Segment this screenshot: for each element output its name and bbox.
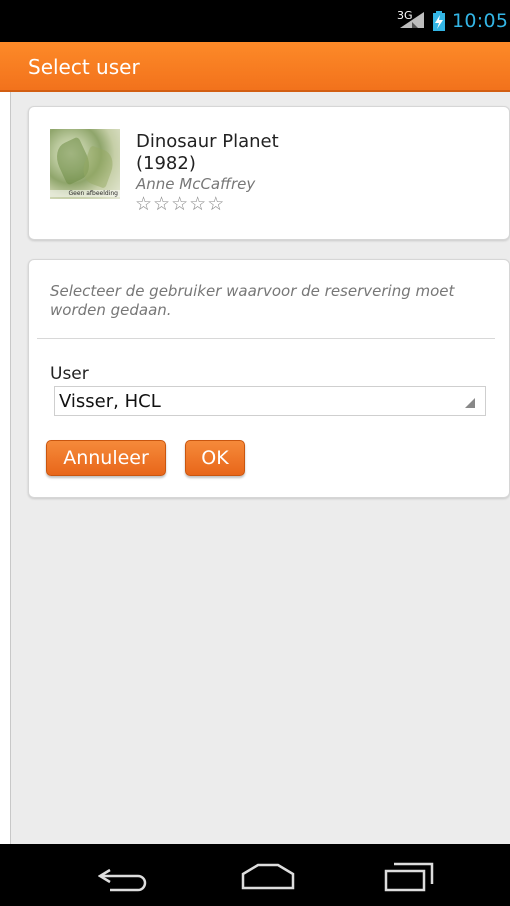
rating-stars: ☆☆☆☆☆	[135, 193, 225, 215]
navigation-bar	[0, 844, 510, 906]
star-icon: ☆	[153, 193, 172, 215]
book-title: Dinosaur Planet (1982)	[136, 131, 279, 174]
select-user-form: Selecteer de gebruiker waarvoor de reser…	[28, 259, 510, 498]
user-select-value: Visser, HCL	[59, 391, 161, 412]
star-icon: ☆	[189, 193, 208, 215]
ok-button[interactable]: OK	[185, 440, 245, 476]
recent-apps-icon[interactable]	[384, 862, 434, 892]
star-icon: ☆	[207, 193, 226, 215]
star-icon: ☆	[135, 193, 154, 215]
home-icon[interactable]	[240, 862, 296, 890]
content-area: Geen afbeelding Dinosaur Planet (1982) A…	[10, 92, 510, 844]
book-author: Anne McCaffrey	[136, 175, 256, 193]
star-icon: ☆	[171, 193, 190, 215]
dropdown-arrow-icon	[465, 398, 475, 408]
cover-caption: Geen afbeelding	[50, 190, 120, 197]
page-title: Select user	[28, 55, 140, 79]
clock: 10:05	[452, 10, 509, 32]
status-bar: 3G 10:05	[0, 0, 510, 42]
book-card: Geen afbeelding Dinosaur Planet (1982) A…	[28, 106, 510, 240]
back-icon[interactable]	[98, 862, 152, 892]
instructions-text: Selecteer de gebruiker waarvoor de reser…	[50, 282, 455, 319]
divider	[37, 338, 495, 339]
user-label: User	[50, 364, 89, 384]
user-select[interactable]: Visser, HCL	[54, 386, 486, 416]
action-bar: Select user	[0, 42, 510, 92]
book-cover-image: Geen afbeelding	[50, 129, 120, 199]
signal-icon	[400, 12, 424, 28]
cancel-button[interactable]: Annuleer	[46, 440, 166, 476]
battery-charging-icon	[433, 11, 445, 31]
